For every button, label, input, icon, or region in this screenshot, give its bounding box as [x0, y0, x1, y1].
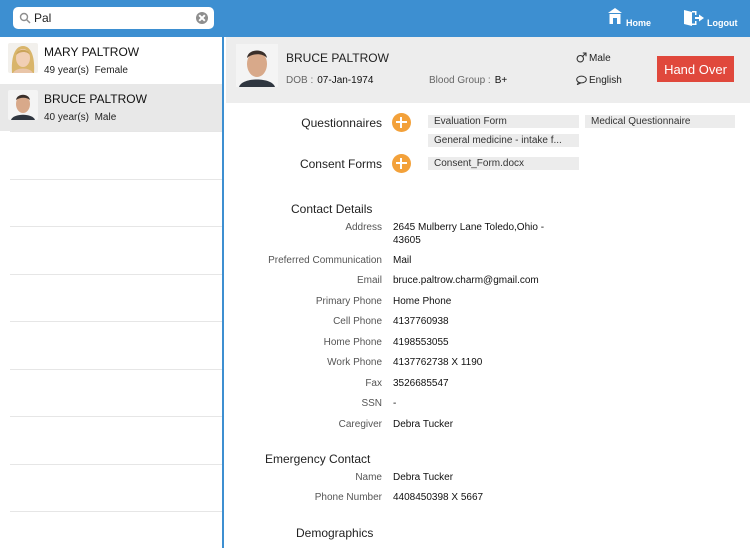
- hand-over-button[interactable]: Hand Over: [657, 56, 734, 82]
- divider: [10, 226, 222, 227]
- patient-name: BRUCE PALTROW: [286, 51, 389, 65]
- home-label: Home: [626, 18, 652, 28]
- preferred-communication-label: Preferred Communication: [268, 255, 382, 266]
- consent-form-chip[interactable]: Consent_Form.docx: [428, 157, 579, 170]
- primary-phone-label: Primary Phone: [315, 296, 382, 307]
- address-label: Address: [345, 222, 382, 233]
- consent-forms-label: Consent Forms: [299, 157, 382, 171]
- top-bar: Home Logout: [0, 0, 750, 37]
- caregiver-value: Debra Tucker: [393, 419, 454, 430]
- ssn-value: -: [393, 398, 397, 409]
- language: English: [576, 75, 622, 86]
- logout-button[interactable]: Logout: [683, 5, 738, 33]
- address-value-line2: 43605: [393, 235, 421, 246]
- clear-search-icon[interactable]: [196, 12, 208, 24]
- cell-phone-value: 4137760938: [393, 316, 449, 327]
- blood-group-value: B+: [494, 75, 508, 86]
- male-icon: [576, 52, 587, 63]
- avatar: [236, 44, 278, 87]
- search-box[interactable]: [13, 7, 214, 29]
- gender-value: Male: [589, 53, 611, 64]
- patient-row-bruce-paltrow[interactable]: BRUCE PALTROW 40 year(s) Male: [0, 84, 222, 131]
- emergency-phone-value: 4408450398 X 5667: [393, 492, 484, 503]
- add-consent-form-button[interactable]: [392, 154, 411, 173]
- email-value: bruce.paltrow.charm@gmail.com: [393, 275, 539, 286]
- language-value: English: [589, 75, 622, 86]
- demographics-heading: Demographics: [296, 526, 374, 540]
- patient-meta: 40 year(s) Male: [44, 112, 116, 123]
- avatar: [8, 43, 38, 73]
- patient-row-mary-paltrow[interactable]: MARY PALTROW 49 year(s) Female: [0, 37, 222, 84]
- home-phone-value: 4198553055: [393, 337, 449, 348]
- dob-label: DOB :: [286, 75, 314, 86]
- fax-value: 3526685547: [393, 378, 449, 389]
- blood-group-label: Blood Group :: [429, 75, 491, 86]
- home-phone-label: Home Phone: [323, 337, 382, 348]
- logout-label: Logout: [707, 18, 738, 28]
- add-questionnaire-button[interactable]: [392, 113, 411, 132]
- contact-details-heading: Contact Details: [291, 202, 373, 216]
- fax-label: Fax: [365, 378, 382, 389]
- divider: [10, 511, 222, 512]
- work-phone-value: 4137762738 X 1190: [393, 357, 483, 368]
- ssn-label: SSN: [361, 398, 382, 409]
- speech-bubble-icon: [576, 75, 587, 86]
- home-icon: [608, 8, 622, 24]
- patient-age: 40 year(s): [44, 112, 90, 123]
- patient-header: BRUCE PALTROW DOB :07-Jan-1974 Blood Gro…: [226, 37, 750, 103]
- email-label: Email: [356, 275, 382, 286]
- patient-list: MARY PALTROW 49 year(s) Female BRUCE PAL…: [0, 37, 224, 548]
- caregiver-label: Caregiver: [338, 419, 382, 430]
- divider: [10, 416, 222, 417]
- blood-group: Blood Group : B+: [429, 75, 507, 86]
- emergency-name-label: Name: [355, 472, 382, 483]
- cell-phone-label: Cell Phone: [333, 316, 382, 327]
- questionnaire-chip[interactable]: Evaluation Form: [428, 115, 579, 128]
- questionnaire-chip[interactable]: Medical Questionnaire: [585, 115, 735, 128]
- questionnaires-label: Questionnaires: [301, 116, 382, 130]
- divider: [10, 274, 222, 275]
- patient-meta: 49 year(s) Female: [44, 65, 128, 76]
- preferred-communication-value: Mail: [393, 255, 412, 266]
- dob-value: 07-Jan-1974: [317, 75, 374, 86]
- divider: [10, 321, 222, 322]
- divider: [10, 131, 222, 132]
- search-icon: [19, 12, 31, 24]
- divider: [10, 369, 222, 370]
- divider: [10, 464, 222, 465]
- questionnaire-chip[interactable]: General medicine - intake f...: [428, 134, 579, 147]
- patient-name: BRUCE PALTROW: [44, 92, 147, 106]
- logout-icon: [684, 10, 704, 26]
- primary-phone-value: Home Phone: [393, 296, 452, 307]
- emergency-phone-label: Phone Number: [314, 492, 382, 503]
- search-input[interactable]: [34, 9, 194, 27]
- patient-gender: Female: [94, 65, 128, 76]
- dob: DOB :07-Jan-1974: [286, 75, 373, 86]
- address-value: 2645 Mulberry Lane Toledo,Ohio -: [393, 222, 545, 233]
- patient-name: MARY PALTROW: [44, 45, 140, 59]
- patient-gender: Male: [94, 112, 117, 123]
- emergency-contact-heading: Emergency Contact: [265, 452, 371, 466]
- divider: [10, 179, 222, 180]
- work-phone-label: Work Phone: [327, 357, 382, 368]
- emergency-name-value: Debra Tucker: [393, 472, 454, 483]
- gender: Male: [576, 52, 611, 64]
- avatar: [8, 90, 38, 120]
- patient-age: 49 year(s): [44, 65, 90, 76]
- home-button[interactable]: Home: [606, 5, 652, 33]
